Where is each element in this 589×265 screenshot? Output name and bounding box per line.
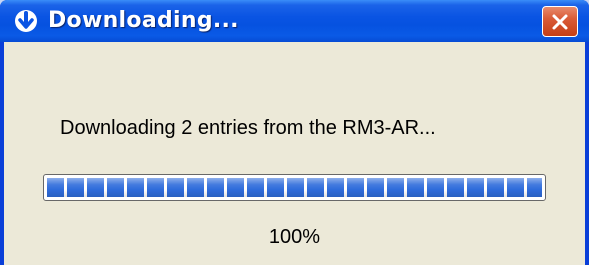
close-icon [552,14,568,30]
dialog-body: Downloading 2 entries from the RM3-AR...… [4,42,585,265]
progress-fill [47,178,542,197]
window-title: Downloading... [48,8,239,33]
title-bar[interactable]: Downloading... [0,0,589,42]
progress-percent: 100% [268,226,321,248]
download-dialog: Downloading... Downloading 2 entries fro… [0,0,589,265]
status-message: Downloading 2 entries from the RM3-AR... [60,117,436,139]
down-arrow-icon [14,9,38,33]
progress-bar [43,174,546,201]
close-button[interactable] [542,6,578,37]
